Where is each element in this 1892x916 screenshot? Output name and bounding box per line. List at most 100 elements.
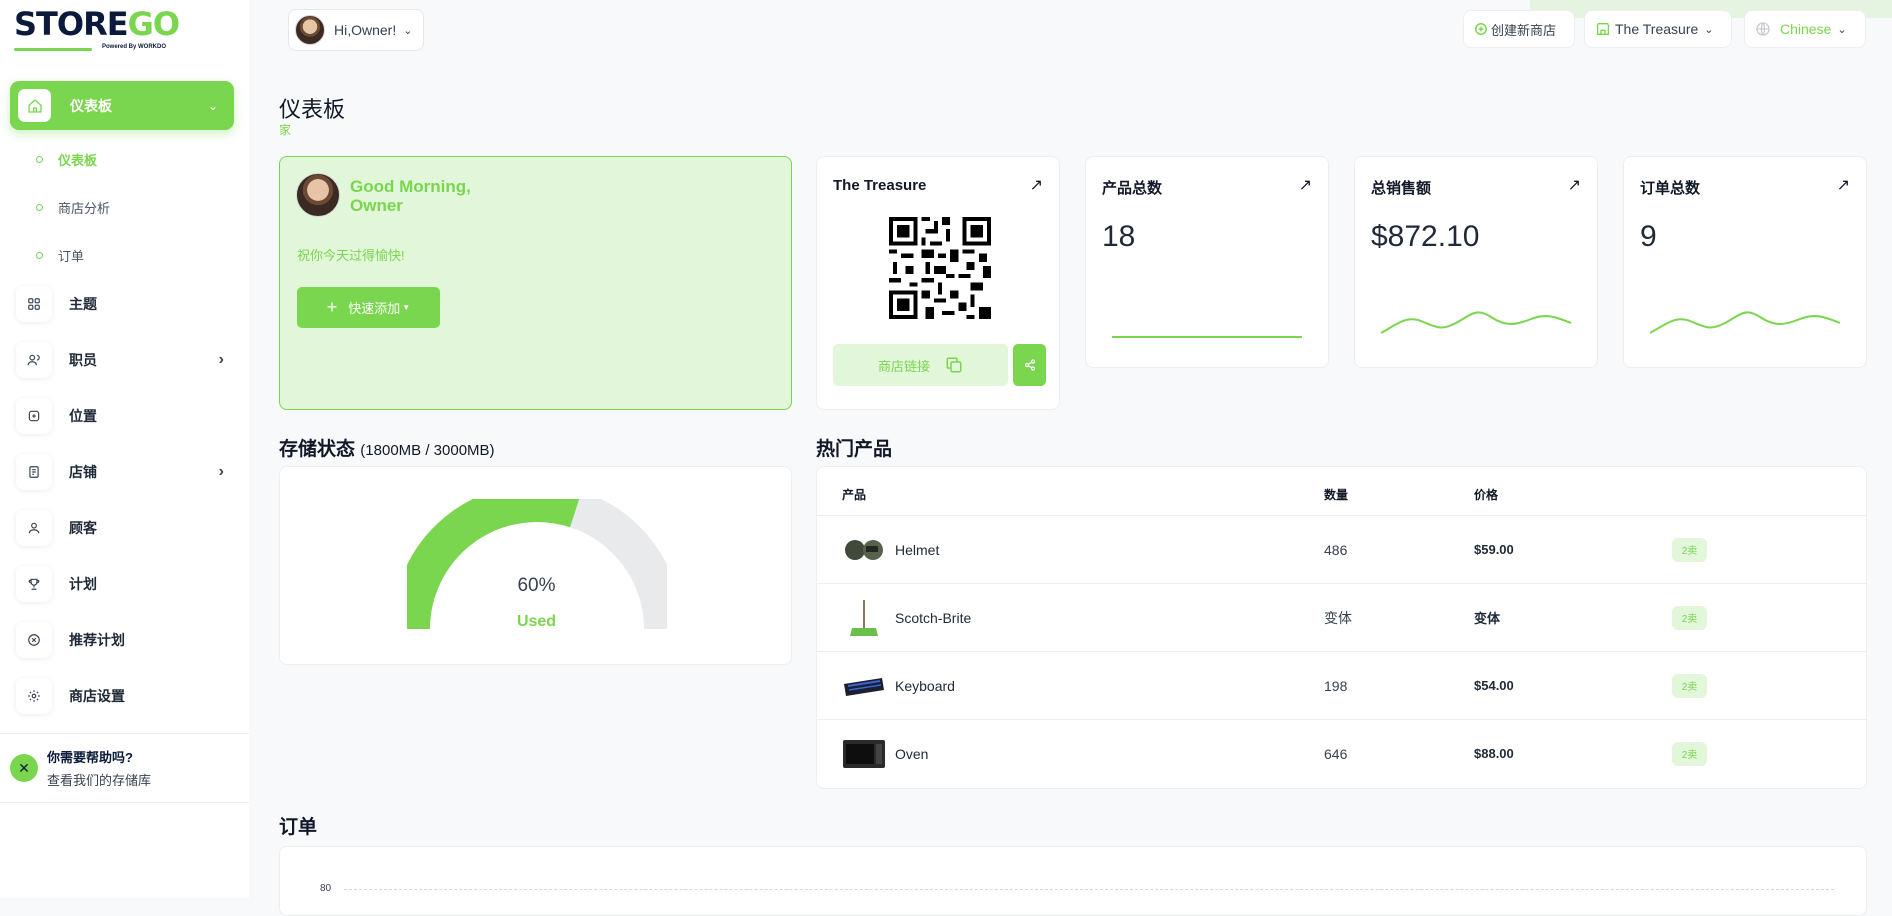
arrow-up-right-icon[interactable]: ↗ — [1568, 175, 1581, 195]
arrow-up-right-icon[interactable]: ↗ — [1837, 175, 1850, 195]
gauge-fill — [407, 499, 580, 630]
bullet-icon — [36, 156, 43, 163]
subitem-dashboard[interactable]: 仪表板 — [36, 150, 97, 169]
table-row[interactable]: Helmet 486 $59.00 2卖 — [817, 515, 1866, 583]
welcome-greeting: Good Morning, Owner — [350, 177, 471, 215]
plus-circle-icon — [1475, 23, 1487, 35]
breadcrumb[interactable]: 家 — [279, 121, 291, 138]
language-selector[interactable]: Chinese ⌄ — [1744, 10, 1866, 48]
store-selector[interactable]: The Treasure ⌄ — [1584, 10, 1732, 48]
storage-detail: (1800MB / 3000MB) — [360, 442, 495, 459]
share-icon — [1024, 359, 1035, 371]
sparkline-orders — [1650, 311, 1841, 334]
product-qty: 486 — [1324, 541, 1348, 558]
stat-title: 订单总数 — [1640, 180, 1701, 197]
sparkline-products — [1112, 336, 1302, 338]
table-row[interactable]: Keyboard 198 $54.00 2卖 — [817, 651, 1866, 719]
sidebar-item-location[interactable]: 位置 — [16, 397, 228, 435]
subitem-label: 仪表板 — [58, 153, 98, 168]
gridline — [344, 889, 1834, 890]
orders-chart-card: 80 — [279, 846, 1867, 916]
sidebar-item-dashboard[interactable]: 仪表板 ⌄ — [10, 81, 234, 130]
copy-icon — [946, 357, 962, 373]
store-icon — [16, 454, 52, 490]
logo-accent: GO — [127, 5, 180, 43]
quick-add-label: 快速添加 — [348, 301, 401, 316]
store-icon — [1596, 23, 1610, 35]
avatar — [296, 173, 340, 217]
product-name: Scotch-Brite — [895, 609, 972, 626]
plus-icon: + — [326, 297, 338, 317]
sidebar-item-staff[interactable]: 职员 › — [16, 341, 228, 379]
sold-badge: 2卖 — [1672, 605, 1707, 630]
home-icon — [18, 89, 51, 122]
globe-icon — [1756, 22, 1770, 36]
user-icon — [16, 510, 52, 546]
arrow-up-right-icon[interactable]: ↗ — [1030, 175, 1043, 195]
chevron-down-icon: ⌄ — [1704, 23, 1714, 36]
table-row[interactable]: Scotch-Brite 变体 变体 2卖 — [817, 583, 1866, 651]
arrow-up-right-icon[interactable]: ↗ — [1299, 175, 1312, 195]
column-header-price: 价格 — [1474, 488, 1499, 502]
bullet-icon — [36, 204, 43, 211]
user-menu[interactable]: Hi,Owner! ⌄ — [288, 9, 424, 51]
product-price: $59.00 — [1474, 542, 1514, 557]
sidebar-item-label: 店铺 — [69, 464, 97, 480]
product-qty: 198 — [1324, 677, 1348, 694]
storage-card: 60% Used — [279, 466, 792, 665]
sidebar-item-label: 商店设置 — [69, 688, 125, 704]
welcome-wish: 祝你今天过得愉快! — [297, 248, 405, 263]
sidebar-item-store-settings[interactable]: 商店设置 — [16, 677, 228, 715]
stat-title: 产品总数 — [1102, 180, 1163, 197]
sidebar-item-stores[interactable]: 店铺 › — [16, 453, 228, 491]
sold-badge: 2卖 — [1672, 741, 1707, 766]
product-name: Keyboard — [895, 677, 955, 694]
store-link-button[interactable]: 商店链接 — [833, 344, 1008, 386]
storage-section-title: 存储状态 (1800MB / 3000MB) — [279, 434, 495, 461]
create-store-button[interactable]: 创建新商店 — [1463, 10, 1575, 48]
quick-add-button[interactable]: + 快速添加 ▼ — [297, 287, 440, 328]
subitem-orders[interactable]: 订单 — [36, 246, 84, 265]
helmet-image — [845, 539, 883, 560]
stat-value: $872.10 — [1371, 220, 1480, 253]
share-button[interactable] — [1013, 344, 1046, 386]
caret-down-icon: ▼ — [402, 303, 411, 312]
storego-logo[interactable]: STOREGO Powered By WORKDO — [14, 8, 184, 52]
sidebar-item-customers[interactable]: 顾客 — [16, 509, 228, 547]
users-icon — [16, 342, 52, 378]
store-qr-card: The Treasure ↗ 商店链接 — [816, 156, 1060, 410]
subitem-store-analytics[interactable]: 商店分析 — [36, 198, 110, 217]
help-box[interactable]: ✕ 你需要帮助吗? 查看我们的存储库 — [0, 733, 249, 803]
scotch-brite-image — [850, 599, 878, 636]
sidebar-item-label: 顾客 — [69, 520, 97, 536]
page-title: 仪表板 — [279, 97, 346, 122]
gear-icon — [16, 678, 52, 714]
grid-icon — [16, 286, 52, 322]
help-subtitle: 查看我们的存储库 — [47, 773, 152, 788]
sidebar-item-themes[interactable]: 主题 — [16, 285, 228, 323]
product-name: Oven — [895, 745, 929, 762]
sidebar-item-plans[interactable]: 计划 — [16, 565, 228, 603]
greeting-line2: Owner — [350, 196, 403, 215]
sidebar-item-label: 推荐计划 — [69, 632, 125, 648]
popular-products-title: 热门产品 — [816, 439, 893, 460]
chevron-down-icon: ⌄ — [403, 24, 413, 37]
user-greeting: Hi,Owner! — [334, 22, 397, 38]
language-label: Chinese — [1780, 21, 1832, 37]
bullet-icon — [36, 252, 43, 259]
sparkline-sales — [1381, 311, 1572, 334]
chevron-right-icon: › — [218, 351, 224, 368]
popular-products-table: 产品 数量 价格 Helmet 486 $59.00 2卖 Scotch-Bri… — [816, 466, 1867, 789]
product-name: Helmet — [895, 541, 940, 558]
chevron-down-icon: ⌄ — [1837, 23, 1847, 36]
stat-title: 总销售额 — [1371, 180, 1432, 197]
referral-icon — [16, 622, 52, 658]
sidebar-item-label: 仪表板 — [70, 97, 112, 114]
create-store-label: 创建新商店 — [1491, 22, 1557, 38]
sidebar-item-referral[interactable]: 推荐计划 — [16, 621, 228, 659]
welcome-card: Good Morning, Owner 祝你今天过得愉快! + 快速添加 ▼ — [279, 156, 792, 410]
table-row[interactable]: Oven 646 $88.00 2卖 — [817, 719, 1866, 787]
product-price: 变体 — [1474, 611, 1501, 626]
storage-used-label: Used — [516, 613, 557, 630]
sidebar-item-label: 职员 — [69, 352, 97, 368]
